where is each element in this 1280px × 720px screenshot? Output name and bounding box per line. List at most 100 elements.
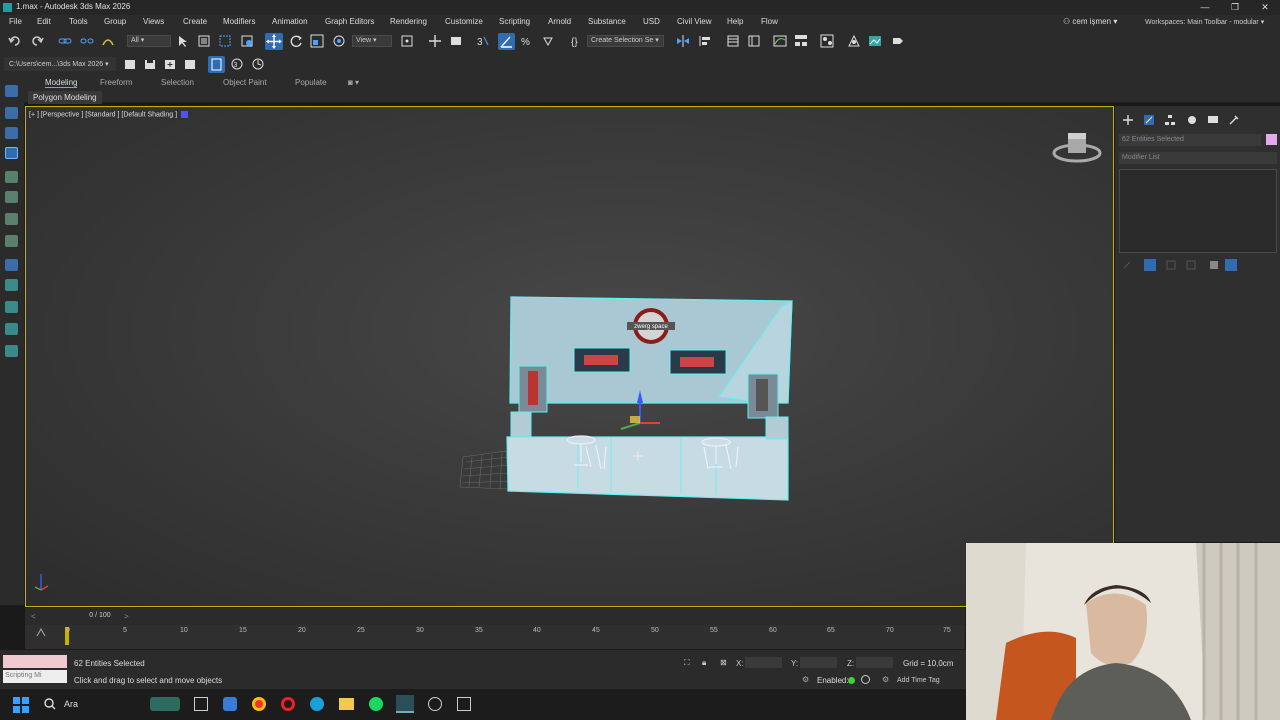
make-unique-icon[interactable] — [1165, 259, 1177, 271]
pivot-center-icon[interactable] — [400, 34, 414, 48]
render-production-icon[interactable] — [891, 34, 905, 48]
pin-icon[interactable] — [5, 171, 18, 183]
time-slider-prev-icon[interactable]: < — [31, 612, 36, 621]
element-icon[interactable] — [5, 213, 18, 225]
isolate-selection-button[interactable] — [208, 56, 225, 73]
named-selection-set-dropdown[interactable]: Create Selection Se ▾ — [587, 35, 664, 47]
utilities-tab-icon[interactable] — [1228, 114, 1240, 126]
edge-icon[interactable] — [310, 697, 324, 711]
scene-explorer-icon[interactable] — [5, 85, 18, 97]
viewport-refresh-icon[interactable] — [251, 57, 265, 71]
remove-modifier-icon[interactable] — [1185, 259, 1197, 271]
motion-tab-icon[interactable] — [1186, 114, 1198, 126]
align-icon[interactable] — [698, 34, 712, 48]
menu-tools[interactable]: Tools — [69, 17, 88, 26]
maxscript-output[interactable] — [3, 655, 67, 668]
menu-usd[interactable]: USD — [643, 17, 660, 26]
close-button[interactable]: ✕ — [1250, 0, 1280, 15]
task-view-icon[interactable] — [194, 697, 208, 711]
container-icon[interactable] — [5, 127, 18, 139]
menu-customize[interactable]: Customize — [445, 17, 483, 26]
absolute-mode-icon[interactable]: ⊠ — [720, 658, 727, 667]
rotate-icon[interactable] — [289, 34, 303, 48]
spotify-icon[interactable] — [369, 697, 383, 711]
percent-snap-icon[interactable]: % — [520, 34, 534, 48]
isolate-selection-icon[interactable]: ⛶ — [684, 658, 690, 668]
create-tab-icon[interactable] — [1122, 114, 1134, 126]
rectangular-selection-icon[interactable] — [218, 34, 232, 48]
angle-snap-toggle-button[interactable] — [498, 33, 515, 50]
menu-edit[interactable]: Edit — [37, 17, 51, 26]
chrome-icon[interactable] — [252, 697, 266, 711]
menu-rendering[interactable]: Rendering — [390, 17, 427, 26]
open-project-icon[interactable] — [123, 57, 137, 71]
voxel-icon[interactable] — [5, 235, 18, 247]
window-crossing-icon[interactable] — [240, 34, 254, 48]
manipulate-icon[interactable] — [428, 34, 442, 48]
unlink-icon[interactable] — [80, 35, 94, 47]
hierarchy-tab-icon[interactable] — [1164, 114, 1176, 126]
keyboard-shortcut-override-icon[interactable] — [449, 34, 463, 48]
file-explorer-icon[interactable] — [339, 698, 354, 710]
snaps-toggle-icon[interactable]: 3 — [476, 34, 490, 48]
snipping-tool-icon[interactable] — [457, 697, 471, 711]
menu-create[interactable]: Create — [183, 17, 207, 26]
select-object-icon[interactable] — [176, 34, 190, 48]
viewcube-icon[interactable] — [1052, 133, 1102, 163]
maxscript-input[interactable]: Scripting Mi — [3, 670, 67, 683]
camera-icon[interactable] — [5, 259, 18, 271]
modifier-stack[interactable] — [1119, 169, 1277, 253]
new-project-icon[interactable] — [163, 57, 177, 71]
rendered-frame-window-icon[interactable] — [868, 34, 882, 48]
menu-graph-editors[interactable]: Graph Editors — [325, 17, 374, 26]
render-icon[interactable] — [5, 279, 18, 291]
x-coordinate-field[interactable] — [745, 657, 782, 668]
menu-scripting[interactable]: Scripting — [499, 17, 530, 26]
scale-icon[interactable] — [310, 34, 324, 48]
menu-file[interactable]: File — [9, 17, 22, 26]
menu-arnold[interactable]: Arnold — [548, 17, 571, 26]
menu-views[interactable]: Views — [143, 17, 164, 26]
widgets-icon[interactable] — [150, 697, 180, 711]
opera-icon[interactable] — [281, 697, 295, 711]
menu-group[interactable]: Group — [104, 17, 126, 26]
windows-start-icon[interactable] — [13, 697, 29, 713]
project-settings-icon[interactable] — [183, 57, 197, 71]
tab-object-paint[interactable]: Object Paint — [223, 78, 267, 87]
time-slider-next-icon[interactable]: > — [124, 612, 129, 621]
enabled-status-icon[interactable] — [848, 677, 855, 684]
select-by-name-icon[interactable] — [197, 34, 211, 48]
time-tag-icon[interactable]: ⚙ — [882, 675, 889, 684]
display-tab-icon[interactable] — [1207, 114, 1219, 126]
minimize-button[interactable]: — — [1190, 0, 1220, 15]
booth-model[interactable]: zwerg space — [26, 107, 1114, 607]
scene-explorer-icon[interactable] — [726, 34, 740, 48]
modifier-list-view-icon[interactable] — [1225, 259, 1237, 271]
selection-filter-dropdown[interactable]: All ▾ — [127, 35, 171, 47]
save-project-icon[interactable] — [143, 57, 157, 71]
menu-substance[interactable]: Substance — [588, 17, 626, 26]
configure-modifier-sets-icon[interactable] — [1208, 259, 1220, 271]
menu-modifiers[interactable]: Modifiers — [223, 17, 255, 26]
tab-selection[interactable]: Selection — [161, 78, 194, 87]
3ds-max-taskbar-icon[interactable] — [396, 695, 414, 713]
render-setup-icon[interactable] — [847, 34, 861, 48]
object-color-swatch[interactable] — [1266, 134, 1277, 145]
placement-icon[interactable] — [332, 34, 346, 48]
show-end-result-icon[interactable] — [1144, 259, 1156, 271]
link-icon[interactable] — [58, 35, 72, 47]
globe-icon[interactable] — [5, 301, 18, 313]
app-icon[interactable] — [223, 697, 237, 711]
tab-modeling[interactable]: Modeling — [45, 78, 78, 88]
adaptive-degradation-icon[interactable]: ⚙ — [802, 675, 809, 684]
procedural-icon[interactable] — [5, 191, 18, 203]
bind-spacewarp-icon[interactable] — [101, 35, 115, 47]
schematic-view-icon[interactable] — [794, 34, 808, 48]
track-bar[interactable]: 0 5 10 15 20 25 30 35 40 45 50 55 60 65 … — [25, 625, 965, 649]
polygon-modeling-panel[interactable]: Polygon Modeling — [28, 91, 102, 104]
add-time-tag[interactable]: Add Time Tag — [897, 677, 940, 684]
layer-explorer-icon[interactable] — [747, 34, 761, 48]
curve-editor-icon[interactable] — [773, 34, 787, 48]
modifier-list-dropdown[interactable]: Modifier List — [1119, 152, 1277, 164]
material-editor-icon[interactable] — [820, 34, 834, 48]
